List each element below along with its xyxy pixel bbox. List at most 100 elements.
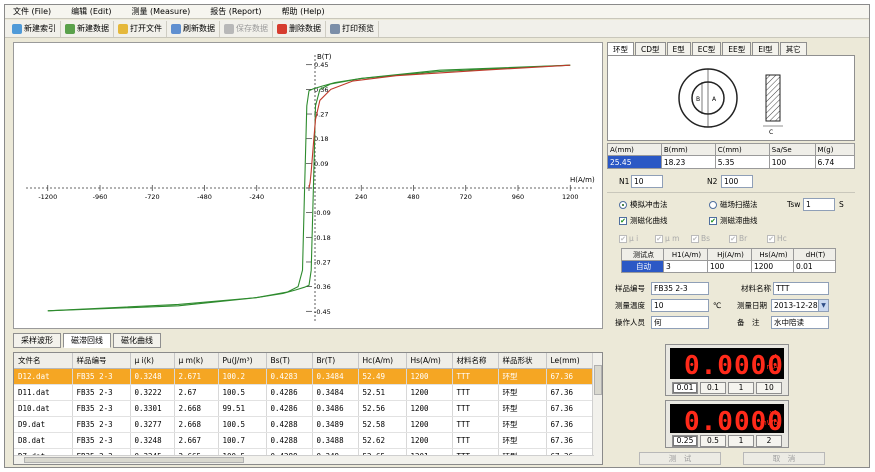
menu-measure[interactable]: 测量 (Measure) (131, 6, 190, 17)
tab-shape-ec[interactable]: EC型 (691, 42, 722, 56)
dim-a-cell[interactable]: 25.45 (607, 155, 662, 169)
n2-input[interactable]: 100 (721, 175, 753, 188)
br-checkbox[interactable]: ✔ (729, 235, 737, 243)
column-header[interactable]: Hs(A/m) (406, 353, 453, 369)
note-input[interactable]: 水中陪读 (771, 316, 829, 329)
flux-range-0.25[interactable]: 0.25 (672, 435, 698, 447)
table-row[interactable]: D8.dat FB35 2-3 0.3248 2.667 100.7 0.4288 0.34… (14, 432, 595, 449)
open-file-button[interactable]: 打开文件 (114, 20, 167, 37)
tab-shape-ee[interactable]: EE型 (722, 42, 752, 56)
radio-sweep-method[interactable] (709, 201, 717, 209)
column-header[interactable]: Bs(T) (266, 353, 313, 369)
temp-unit: ℃ (713, 301, 722, 310)
bs-checkbox[interactable]: ✔ (691, 235, 699, 243)
flux-range-1[interactable]: 1 (728, 435, 754, 447)
table-row[interactable]: D11.dat FB35 2-3 0.3222 2.67 100.5 0.4286 0.34… (14, 384, 595, 401)
tab-shape-e[interactable]: E型 (666, 42, 691, 56)
test-point-auto-cell[interactable]: 自动 (621, 260, 664, 273)
table-cell: 100.7 (218, 432, 267, 449)
radio-pulse-method[interactable] (619, 201, 627, 209)
view-tabs: 采样波形 磁滞回线 磁化曲线 (13, 333, 163, 349)
operator-input[interactable]: 何 (651, 316, 709, 329)
magnetization-checkbox[interactable]: ✔ (619, 217, 627, 225)
new-data-button[interactable]: 新建数据 (61, 20, 114, 37)
current-range-1[interactable]: 1 (728, 382, 754, 394)
table-cell: 1200 (406, 432, 453, 449)
cancel-button[interactable]: 取 消 (743, 452, 825, 465)
table-cell: 2.67 (174, 384, 219, 401)
test-button[interactable]: 测 试 (639, 452, 721, 465)
mu-i-checkbox[interactable]: ✔ (619, 235, 627, 243)
h1-cell[interactable]: 3 (663, 260, 708, 273)
current-range-10[interactable]: 10 (756, 382, 782, 394)
dh-cell[interactable]: 0.01 (793, 260, 836, 273)
column-header[interactable]: Le(mm) (546, 353, 595, 369)
flux-range-2[interactable]: 2 (756, 435, 782, 447)
n1-input[interactable]: 10 (631, 175, 663, 188)
current-range-0.1[interactable]: 0.1 (700, 382, 726, 394)
chevron-down-icon[interactable]: ▼ (818, 300, 828, 311)
column-header[interactable]: Br(T) (312, 353, 359, 369)
save-icon (224, 23, 234, 34)
column-header[interactable]: Hc(A/m) (358, 353, 407, 369)
material-input[interactable]: TTT (773, 282, 829, 295)
column-header[interactable]: 文件名 (14, 353, 73, 369)
refresh-button[interactable]: 刷新数据 (167, 20, 220, 37)
table-row[interactable]: D12.dat FB35 2-3 0.3248 2.671 100.2 0.4283 0.3… (14, 368, 595, 385)
hysteresis-checkbox[interactable]: ✔ (709, 217, 717, 225)
tab-shape-ei[interactable]: EI型 (752, 42, 779, 56)
column-header[interactable]: 样品编号 (72, 353, 131, 369)
vertical-scrollbar[interactable] (592, 353, 602, 464)
table-cell: 2.667 (174, 432, 219, 449)
hc-checkbox[interactable]: ✔ (767, 235, 775, 243)
current-unit-bottom: mA (766, 363, 778, 371)
menu-help[interactable]: 帮助 (Help) (282, 6, 325, 17)
vertical-scroll-thumb[interactable] (594, 365, 602, 395)
table-cell: 52.58 (358, 416, 407, 433)
date-picker[interactable]: 2013-12-28 ▼ (771, 299, 829, 312)
menu-file[interactable]: 文件 (File) (13, 6, 51, 17)
dim-mass-cell[interactable]: 6.74 (814, 155, 856, 169)
sample-no-input[interactable]: FB35 2-3 (651, 282, 709, 295)
tab-shape-cd[interactable]: CD型 (635, 42, 666, 56)
table-row[interactable]: D10.dat FB35 2-3 0.3301 2.668 99.51 0.4286 0.3… (14, 400, 595, 417)
save-button[interactable]: 保存数据 (220, 20, 273, 37)
column-header[interactable]: 样品形状 (498, 353, 547, 369)
table-cell: D8.dat (14, 432, 73, 449)
temp-input[interactable]: 10 (651, 299, 709, 312)
x-tick-label: 720 (460, 193, 472, 201)
hj-cell[interactable]: 100 (707, 260, 752, 273)
horizontal-scrollbar[interactable] (14, 455, 594, 464)
table-cell: D11.dat (14, 384, 73, 401)
menu-report[interactable]: 报告 (Report) (210, 6, 261, 17)
table-cell: 0.3488 (312, 432, 359, 449)
delete-button[interactable]: 删除数据 (273, 20, 326, 37)
tab-hysteresis-loop[interactable]: 磁滞回线 (63, 333, 111, 348)
table-cell: 0.4288 (266, 432, 313, 449)
table-row[interactable]: D9.dat FB35 2-3 0.3277 2.668 100.5 0.4288 0.34… (14, 416, 595, 433)
dim-b-cell[interactable]: 18.23 (660, 155, 716, 169)
horizontal-scroll-thumb[interactable] (24, 457, 244, 463)
column-header[interactable]: μ i(k) (130, 353, 175, 369)
mu-m-checkbox[interactable]: ✔ (655, 235, 663, 243)
column-header[interactable]: Pu(J/m³) (218, 353, 267, 369)
table-cell: 0.3277 (130, 416, 175, 433)
menu-edit[interactable]: 编辑 (Edit) (71, 6, 111, 17)
current-range-0.01[interactable]: 0.01 (672, 382, 698, 394)
tab-shape-ring[interactable]: 环型 (607, 42, 634, 56)
dim-ratio-cell[interactable]: 100 (768, 155, 816, 169)
column-header[interactable]: μ m(k) (174, 353, 219, 369)
flux-range-0.5[interactable]: 0.5 (700, 435, 726, 447)
table-cell: FB35 2-3 (72, 400, 131, 417)
print-preview-button[interactable]: 打印预览 (326, 20, 379, 37)
tab-sampling-waveform[interactable]: 采样波形 (13, 333, 61, 348)
br-label: Br (739, 234, 748, 243)
tsw-input[interactable]: 1 (803, 198, 835, 211)
hs-cell[interactable]: 1200 (751, 260, 794, 273)
tab-shape-other[interactable]: 其它 (779, 42, 807, 56)
tab-magnetization-curve[interactable]: 磁化曲线 (113, 333, 161, 348)
dim-c-cell[interactable]: 5.35 (714, 155, 770, 169)
x-tick-label: 480 (407, 193, 419, 201)
new-index-button[interactable]: 新建索引 (8, 20, 61, 37)
column-header[interactable]: 材料名称 (452, 353, 499, 369)
